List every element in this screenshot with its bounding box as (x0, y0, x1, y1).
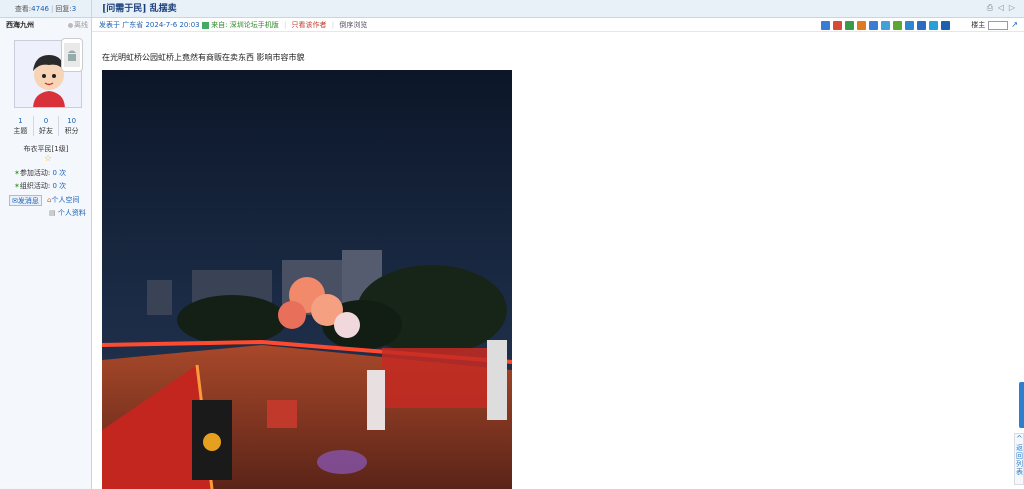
chevron-up-icon: ^ (1016, 434, 1023, 443)
jump-icon[interactable]: ↗ (1011, 18, 1018, 32)
author-name[interactable]: 西海九州 (6, 18, 34, 32)
share-icon-8[interactable] (905, 21, 914, 30)
personal-space-link[interactable]: ⌂个人空间 (47, 195, 79, 206)
share-icon-5[interactable] (869, 21, 878, 30)
stat-friends[interactable]: 0 好友 (34, 116, 60, 136)
send-message-button[interactable]: ✉发消息 (9, 195, 42, 206)
author-rank: 布衣平民[1级] (23, 145, 69, 153)
author-name-row: 西海九州 离线 (0, 18, 92, 32)
thread-stats: 查看:4746 | 回复:3 (0, 0, 92, 18)
views-count: 4746 (31, 5, 49, 13)
thread-title-text: 乱摆卖 (149, 4, 177, 14)
online-status: 离线 (68, 18, 88, 32)
share-icon-1[interactable] (821, 21, 830, 30)
activity-joined: ✶参加活动: 0 次 (14, 169, 67, 177)
share-icon-2[interactable] (833, 21, 842, 30)
only-author-link[interactable]: 只看该作者 (292, 21, 327, 29)
stat-topics[interactable]: 1 主题 (8, 116, 34, 136)
back-to-list-label: 返回列表 (1016, 444, 1023, 476)
post-content-text: 在光明虹桥公园虹桥上竟然有商贩在卖东西 影响市容市貌 (102, 53, 305, 62)
share-icon-11[interactable] (941, 21, 950, 30)
mobile-source-icon (201, 21, 209, 29)
post-photo[interactable] (102, 70, 512, 489)
stat-points[interactable]: 10 积分 (59, 116, 84, 136)
floor-input[interactable] (988, 20, 1009, 30)
thread-title: [问需于民] 乱摆卖 (102, 0, 177, 18)
share-toolbar (821, 21, 950, 30)
thread-category[interactable]: [问需于民] (102, 4, 147, 14)
share-icon-4[interactable] (857, 21, 866, 30)
thread-header: 查看:4746 | 回复:3 [问需于民] 乱摆卖 ⎙ ◁ ▷ (0, 0, 1024, 18)
print-icon[interactable]: ⎙ (986, 4, 994, 12)
star-icon: ☆ (44, 154, 53, 164)
share-icon-10[interactable] (929, 21, 938, 30)
post-meta-bar: 发表于 广东省 2024-7-6 20:03 来自: 深圳论坛手机版 | 只看该… (92, 18, 1024, 32)
posted-prefix: 发表于 (99, 21, 120, 29)
prev-thread-icon[interactable]: ◁ (997, 4, 1005, 12)
post-datetime: 2024-7-6 20:03 (145, 21, 200, 29)
profile-doc-icon: ▤ (49, 209, 56, 217)
status-dot-icon (68, 22, 73, 28)
post-location: 广东省 (122, 21, 144, 29)
source-link[interactable]: 深圳论坛手机版 (230, 21, 279, 29)
back-to-list-button[interactable]: ^ 返回列表 (1014, 433, 1024, 485)
mobile-client-badge (61, 38, 83, 72)
views-label: 查看: (14, 5, 32, 13)
side-feedback-tab[interactable] (1019, 382, 1024, 428)
next-thread-icon[interactable]: ▷ (1008, 4, 1016, 12)
share-icon-7[interactable] (893, 21, 902, 30)
personal-profile-link[interactable]: ▤ 个人资料 (49, 208, 86, 219)
reading-mode-link[interactable]: 倒序浏览 (339, 21, 367, 29)
night-bridge-photo (102, 70, 512, 489)
post-meta: 发表于 广东省 2024-7-6 20:03 来自: 深圳论坛手机版 | 只看该… (99, 21, 368, 29)
share-icon-6[interactable] (881, 21, 890, 30)
author-stats: 1 主题 0 好友 10 积分 (8, 116, 84, 136)
android-icon (64, 43, 80, 67)
source-label: 来自: (211, 21, 228, 29)
activity-organized: ✶组织活动: 0 次 (14, 182, 67, 190)
author-panel: 西海九州 离线 1 主题 0 好友 10 积分 布衣平民[1级] ☆ ✶参加活动: 0… (0, 18, 92, 489)
thread-tools: ⎙ ◁ ▷ (986, 4, 1016, 12)
floor-jump: 楼主 ↗ (971, 19, 1018, 31)
replies-count: 3 (71, 5, 77, 13)
replies-label: 回复: (55, 5, 72, 13)
share-icon-3[interactable] (845, 21, 854, 30)
online-status-text: 离线 (74, 21, 88, 29)
share-icon-9[interactable] (917, 21, 926, 30)
floor-label: 楼主 (971, 21, 986, 29)
